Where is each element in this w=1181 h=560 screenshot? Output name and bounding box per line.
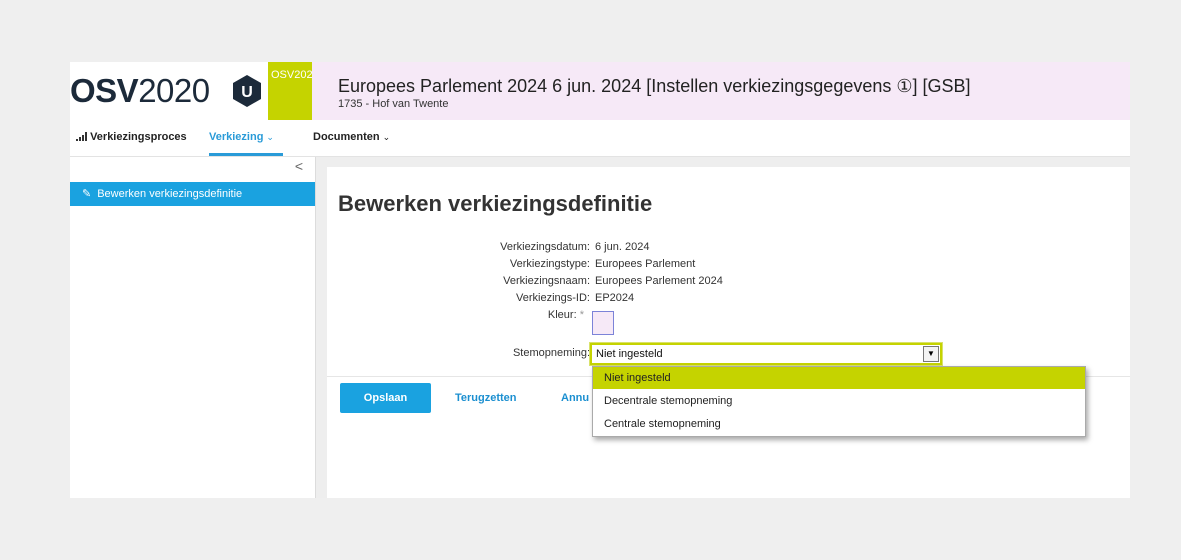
reset-link[interactable]: Terugzetten — [455, 392, 517, 404]
nav-item-label: Verkiezingsproces — [90, 131, 187, 143]
field-label: Verkiezings-ID: — [516, 292, 590, 304]
field-label: Kleur: * — [547, 309, 584, 321]
dropdown-option[interactable]: Niet ingesteld — [593, 367, 1085, 389]
logo: OSV2020 U — [70, 62, 268, 120]
field-verkiezingstype: Verkiezingstype: Europees Parlement — [327, 258, 1130, 274]
dropdown-option[interactable]: Centrale stemopneming — [593, 413, 1085, 435]
dropdown-arrow-icon[interactable]: ▼ — [923, 346, 939, 362]
nav-item-verkiezingsproces[interactable]: Verkiezingsproces — [76, 131, 187, 143]
field-verkiezingsdatum: Verkiezingsdatum: 6 jun. 2024 — [327, 241, 1130, 257]
nav-item-label: Verkiezing — [209, 131, 264, 143]
nav-item-documenten[interactable]: Documenten ⌄ — [313, 131, 390, 143]
sidebar-item-label: Bewerken verkiezingsdefinitie — [97, 188, 243, 200]
chevron-down-icon: ⌄ — [382, 132, 391, 142]
field-kleur: Kleur: * — [327, 309, 1130, 325]
field-value: Europees Parlement — [595, 258, 696, 270]
top-nav: Verkiezingsproces Verkiezing ⌄ Documenten… — [70, 120, 1130, 157]
field-label: Stemopneming: — [512, 347, 590, 359]
stemopneming-select[interactable]: Niet ingesteld ▼ — [590, 343, 942, 365]
header: OSV2020 U OSV2020-U Europees Parlement 2… — [70, 62, 1130, 120]
field-label: Verkiezingstype: — [509, 258, 590, 270]
field-value: 6 jun. 2024 — [595, 241, 650, 253]
select-value: Niet ingesteld — [596, 348, 663, 360]
logo-shield-icon: U — [233, 75, 261, 107]
pencil-icon: ✎ — [82, 188, 92, 200]
main-panel: Bewerken verkiezingsdefinitie Verkiezing… — [327, 167, 1130, 498]
cancel-link[interactable]: Annu — [561, 392, 589, 404]
sidebar-item-bewerken-verkiezingsdefinitie[interactable]: ✎ Bewerken verkiezingsdefinitie — [70, 182, 315, 206]
field-value: EP2024 — [595, 292, 635, 304]
page-header-title: Europees Parlement 2024 6 jun. 2024 [Ins… — [338, 76, 971, 96]
save-button[interactable]: Opslaan — [340, 383, 431, 413]
field-verkiezings-id: Verkiezings-ID: EP2024 — [327, 292, 1130, 308]
active-tab-indicator — [209, 153, 283, 156]
color-picker-swatch[interactable] — [592, 311, 614, 335]
dropdown-option[interactable]: Decentrale stemopneming — [593, 390, 1085, 412]
nav-item-label: Documenten — [313, 131, 380, 143]
page-title: Bewerken verkiezingsdefinitie — [338, 191, 653, 216]
sidebar: < ✎ Bewerken verkiezingsdefinitie — [70, 157, 316, 498]
logo-text: OSV2020 — [70, 72, 210, 109]
nav-item-verkiezing[interactable]: Verkiezing ⌄ — [209, 131, 274, 143]
stemopneming-dropdown-list: Niet ingesteld Decentrale stemopneming C… — [592, 366, 1086, 437]
collapse-sidebar-icon[interactable]: < — [295, 158, 303, 174]
field-label: Verkiezingsdatum: — [500, 241, 590, 253]
chevron-down-icon: ⌄ — [266, 132, 274, 142]
field-verkiezingsnaam: Verkiezingsnaam: Europees Parlement 2024 — [327, 275, 1130, 291]
environment-badge: OSV2020-U — [268, 62, 312, 120]
field-value: Europees Parlement 2024 — [595, 275, 723, 287]
svg-text:U: U — [241, 84, 253, 101]
field-label: Verkiezingsnaam: — [503, 275, 590, 287]
bar-chart-icon — [76, 132, 87, 141]
page-header-subtitle: 1735 - Hof van Twente — [338, 98, 449, 110]
